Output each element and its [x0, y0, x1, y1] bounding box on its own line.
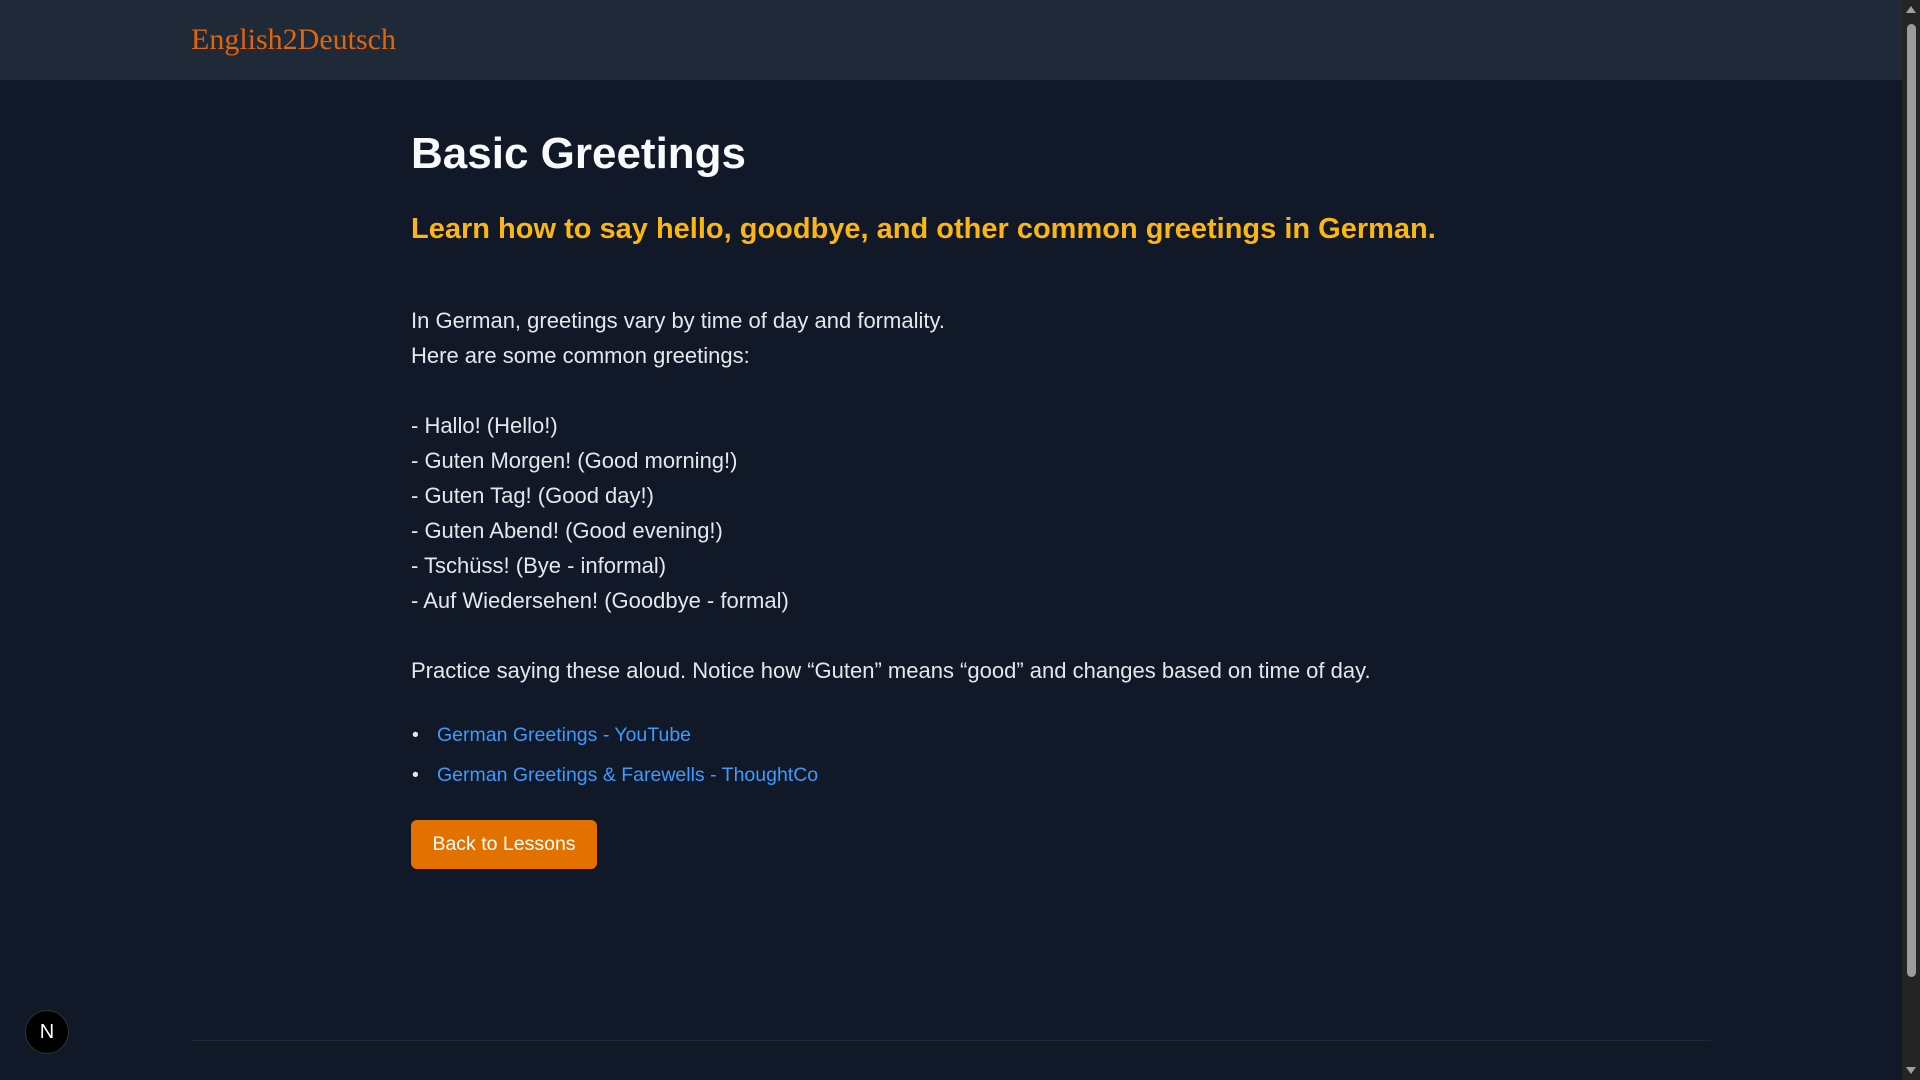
content-line: - Guten Tag! (Good day!) [411, 483, 654, 508]
resource-links: • German Greetings - YouTube • German Gree… [411, 718, 818, 798]
footer-divider [191, 1040, 1711, 1041]
content-line: In German, greetings vary by time of day… [411, 308, 945, 333]
lesson-body: In German, greetings vary by time of day… [411, 303, 1371, 688]
content-line [411, 618, 1371, 653]
content-line: - Hallo! (Hello!) [411, 413, 558, 438]
top-nav: English2Deutsch [0, 0, 1902, 80]
bullet-icon: • [412, 724, 419, 746]
content-line: - Guten Abend! (Good evening!) [411, 518, 723, 543]
scroll-thumb[interactable] [1907, 24, 1916, 977]
content-line: Practice saying these aloud. Notice how … [411, 658, 1371, 683]
content-line: - Tschüss! (Bye - informal) [411, 553, 667, 578]
list-item: • German Greetings - YouTube [411, 718, 818, 758]
page-title: Basic Greetings [411, 129, 747, 178]
scrollbar[interactable] [1902, 0, 1920, 1080]
logo-link[interactable]: English2Deutsch [191, 20, 396, 60]
lesson-subtitle: Learn how to say hello, goodbye, and oth… [411, 213, 1436, 245]
content-line: Here are some common greetings: [411, 343, 750, 368]
youtube-link[interactable]: German Greetings - YouTube [437, 724, 691, 746]
list-item: • German Greetings & Farewells - ThoughtC… [411, 758, 818, 798]
bullet-icon: • [412, 764, 419, 786]
nextjs-dev-badge-icon[interactable]: N [25, 1010, 69, 1054]
back-to-lessons-button[interactable]: Back to Lessons [411, 820, 597, 869]
scroll-up-icon[interactable] [1906, 6, 1916, 13]
content-line: - Guten Morgen! (Good morning!) [411, 448, 738, 473]
thoughtco-link[interactable]: German Greetings & Farewells - ThoughtCo [437, 764, 818, 786]
scroll-down-icon[interactable] [1906, 1067, 1916, 1074]
content-line: - Auf Wiedersehen! (Goodbye - formal) [411, 588, 789, 613]
content-line [411, 373, 1371, 408]
